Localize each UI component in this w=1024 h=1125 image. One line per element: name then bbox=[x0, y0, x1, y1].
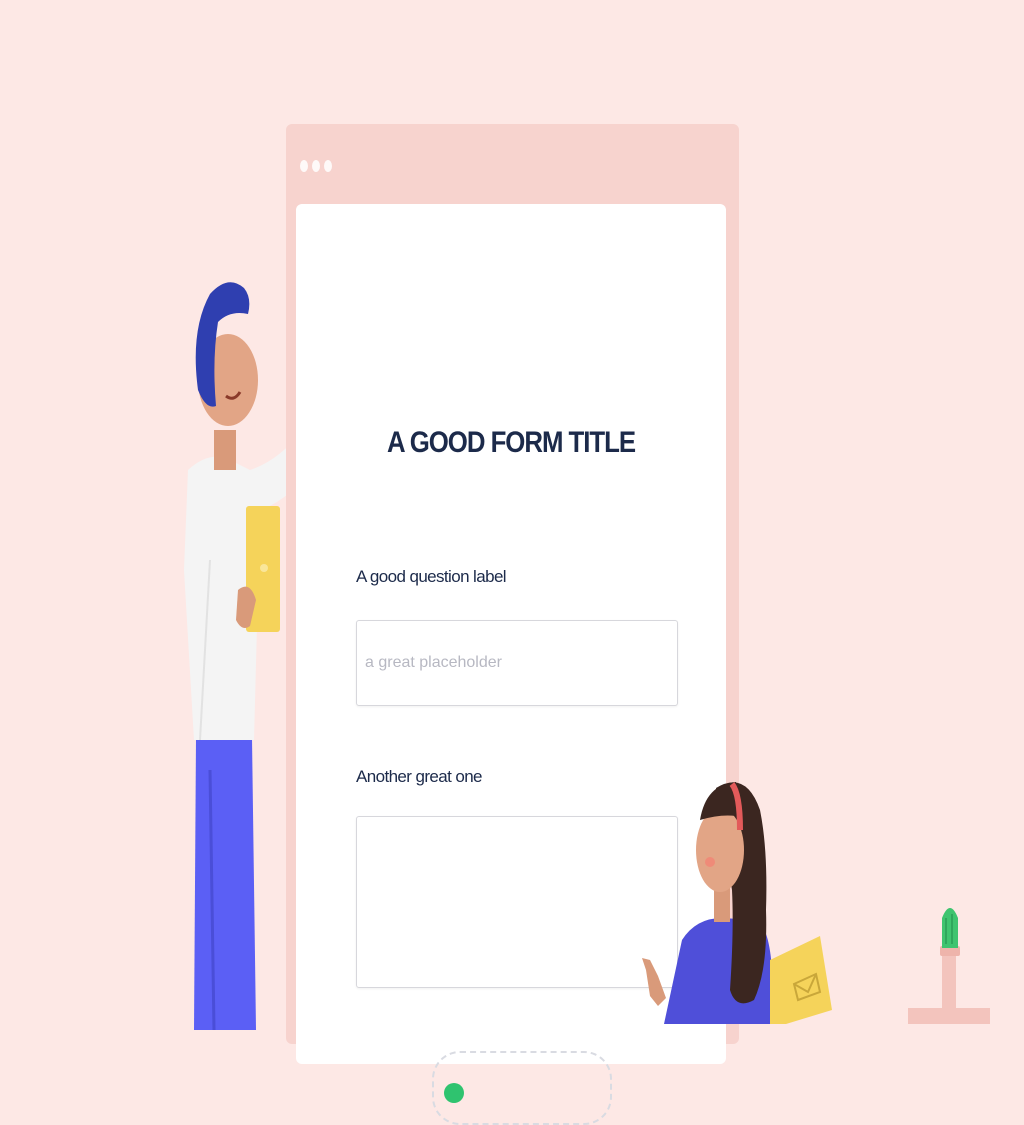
question-input[interactable] bbox=[356, 620, 678, 706]
green-circle-icon bbox=[444, 1083, 464, 1103]
cactus-illustration bbox=[908, 908, 990, 1024]
woman-illustration bbox=[642, 782, 832, 1024]
window-dot bbox=[300, 160, 308, 172]
form-title: A GOOD FORM TITLE bbox=[386, 426, 636, 459]
three-dots-icon bbox=[300, 160, 332, 172]
answer-textarea[interactable] bbox=[356, 816, 678, 988]
question-label-2: Another great one bbox=[356, 767, 483, 786]
window-dot bbox=[312, 160, 320, 172]
submit-button[interactable] bbox=[432, 1051, 612, 1125]
window-dot bbox=[324, 160, 332, 172]
question-label: A good question label bbox=[356, 567, 507, 586]
